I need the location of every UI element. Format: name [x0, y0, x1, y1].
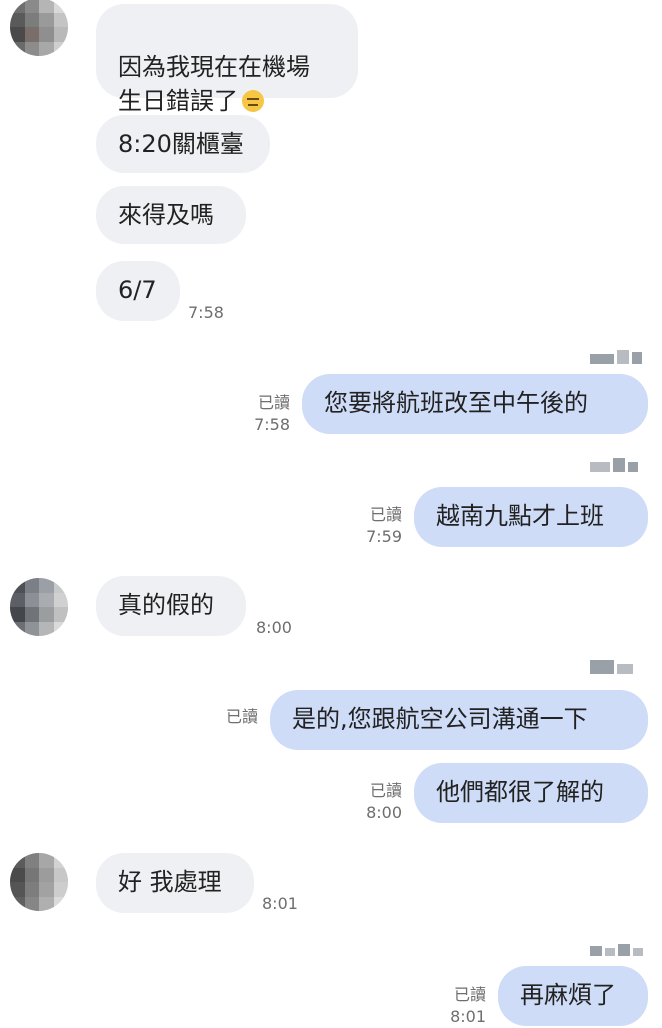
- message-text: 他們都很了解的: [436, 778, 604, 806]
- pixelated-name-label: [590, 350, 642, 364]
- message-bubble[interactable]: 再麻煩了: [498, 966, 648, 1026]
- blurred-avatar-image: [10, 853, 68, 911]
- message-bubble[interactable]: 8:20關櫃臺: [96, 115, 270, 173]
- read-label: 已讀: [369, 781, 402, 800]
- message-time: 7:58: [188, 303, 224, 322]
- avatar[interactable]: [10, 853, 68, 911]
- blurred-avatar-image: [10, 0, 68, 56]
- read-label: 已讀: [453, 985, 486, 1004]
- message-text: 越南九點才上班: [436, 502, 604, 530]
- message-text: 是的,您跟航空公司溝通一下: [292, 705, 588, 733]
- message-time: 8:00: [256, 618, 292, 637]
- message-bubble[interactable]: 因為我現在在機場 生日錯誤了: [96, 4, 358, 115]
- read-receipt: 已讀: [208, 706, 258, 728]
- message-text: 真的假的: [118, 591, 214, 619]
- pixelated-name-label: [590, 458, 638, 472]
- avatar[interactable]: [10, 578, 68, 636]
- message-bubble[interactable]: 6/7: [96, 261, 180, 321]
- message-bubble[interactable]: 他們都很了解的: [414, 763, 648, 823]
- read-label: 已讀: [369, 505, 402, 524]
- pixelated-name-label: [590, 660, 633, 674]
- message-bubble[interactable]: 好 我處理: [96, 853, 254, 913]
- expressionless-face-icon: [242, 90, 264, 112]
- message-time: 7:59: [366, 527, 402, 546]
- read-receipt: 已讀 7:59: [352, 504, 402, 548]
- message-time: 8:01: [262, 894, 298, 913]
- blurred-avatar-image: [10, 578, 68, 636]
- message-time: 7:58: [254, 415, 290, 434]
- message-text: 6/7: [118, 276, 157, 304]
- avatar[interactable]: [10, 0, 68, 56]
- message-bubble[interactable]: 真的假的: [96, 576, 246, 636]
- read-receipt: 已讀 8:00: [352, 780, 402, 824]
- message-bubble[interactable]: 越南九點才上班: [414, 487, 648, 547]
- message-text: 再麻煩了: [520, 981, 616, 1009]
- read-label: 已讀: [257, 393, 290, 412]
- message-text: 來得及嗎: [118, 201, 214, 229]
- message-bubble[interactable]: 您要將航班改至中午後的: [302, 374, 648, 434]
- message-text: 您要將航班改至中午後的: [324, 389, 588, 417]
- message-time: 8:01: [450, 1007, 486, 1026]
- message-bubble[interactable]: 來得及嗎: [96, 186, 246, 244]
- message-text: 因為我現在在機場 生日錯誤了: [118, 53, 310, 115]
- read-receipt: 已讀 8:01: [436, 984, 486, 1028]
- message-text: 8:20關櫃臺: [118, 130, 244, 158]
- pixelated-name-label: [590, 942, 643, 956]
- read-receipt: 已讀 7:58: [240, 392, 290, 436]
- message-text: 好 我處理: [118, 868, 222, 896]
- message-bubble[interactable]: 是的,您跟航空公司溝通一下: [270, 690, 648, 750]
- read-label: 已讀: [225, 707, 258, 726]
- message-time: 8:00: [366, 803, 402, 822]
